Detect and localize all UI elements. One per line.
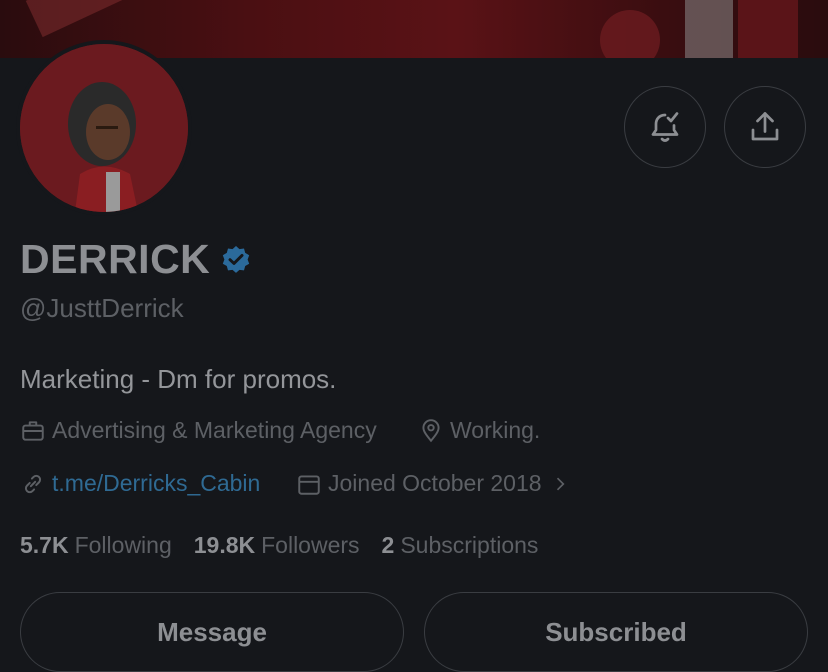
following-count: 5.7K [20, 532, 69, 558]
profile-joined[interactable]: Joined October 2018 [296, 470, 576, 497]
profile-handle: @JusttDerrick [20, 293, 184, 323]
briefcase-icon [22, 420, 44, 441]
message-button[interactable]: Message [20, 592, 404, 672]
website-link[interactable]: t.me/Derricks_Cabin [52, 470, 260, 497]
subscriptions-label: Subscriptions [400, 532, 539, 558]
location-label: Working. [450, 417, 541, 443]
banner-art [600, 10, 660, 58]
following-label: Following [74, 532, 172, 558]
banner-art [738, 0, 798, 58]
share-icon [751, 112, 779, 141]
share-button[interactable] [724, 86, 806, 168]
following-stat[interactable]: 5.7K Following [20, 532, 172, 559]
subscribed-button[interactable]: Subscribed [424, 592, 808, 672]
profile-stats: 5.7K Following 19.8K Followers 2 Subscri… [20, 532, 560, 559]
verified-badge-icon[interactable] [220, 244, 252, 276]
avatar-frame [16, 40, 192, 216]
calendar-icon [298, 474, 320, 495]
category-label: Advertising & Marketing Agency [52, 417, 377, 443]
banner-art [685, 0, 733, 58]
location-pin-icon [422, 418, 440, 442]
subscriptions-stat[interactable]: 2 Subscriptions [382, 532, 539, 559]
profile-location: Working. [418, 417, 540, 444]
banner-art [25, 0, 125, 38]
profile-category: Advertising & Marketing Agency [20, 417, 377, 444]
message-button-label: Message [157, 617, 267, 647]
notifications-button[interactable] [624, 86, 706, 168]
followers-count: 19.8K [193, 532, 256, 558]
name-row: DERRICK [20, 236, 252, 283]
avatar[interactable] [20, 44, 188, 212]
profile-link[interactable]: t.me/Derricks_Cabin [20, 470, 260, 497]
joined-label: Joined October 2018 [328, 470, 542, 496]
followers-label: Followers [261, 532, 360, 558]
bell-check-icon [651, 112, 679, 142]
subscribed-button-label: Subscribed [545, 617, 687, 647]
followers-stat[interactable]: 19.8K Followers [194, 532, 360, 559]
profile-bio: Marketing - Dm for promos. [20, 364, 337, 394]
subscriptions-count: 2 [381, 532, 395, 558]
link-icon [24, 474, 42, 493]
chevron-right-icon [556, 477, 565, 490]
display-name: DERRICK [20, 236, 211, 282]
